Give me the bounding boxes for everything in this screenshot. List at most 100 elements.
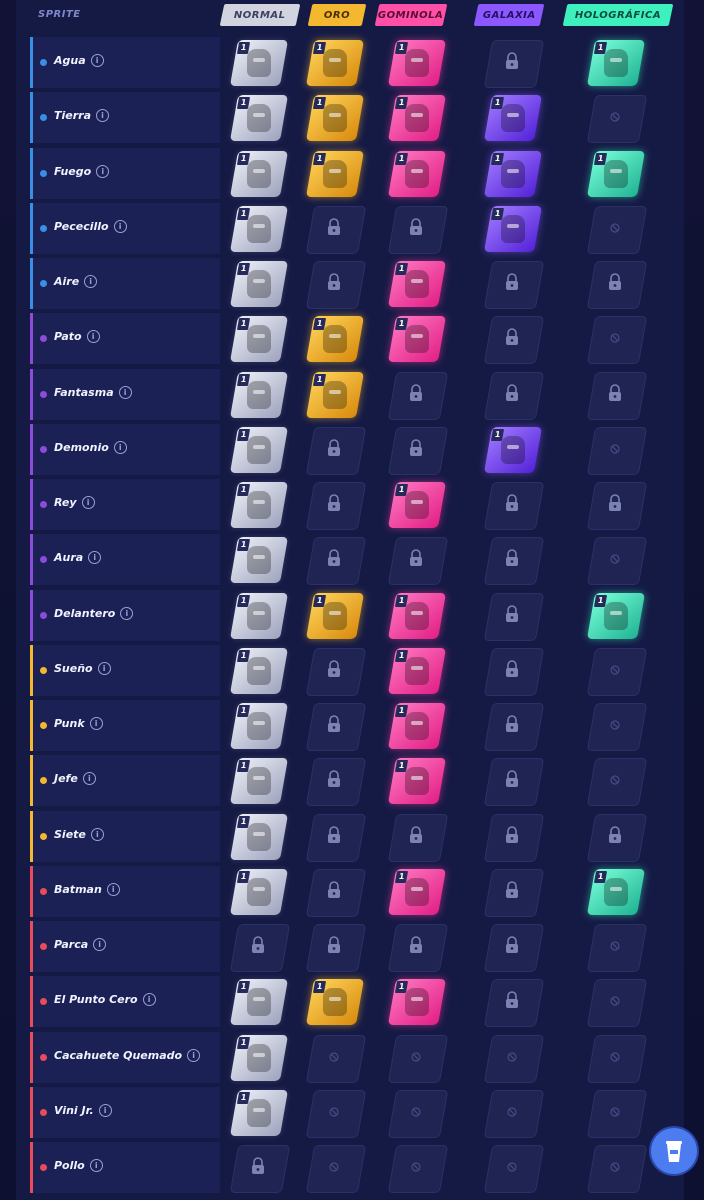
sprite-cell-oro[interactable]: 1 (305, 592, 365, 640)
sprite-cell-normal[interactable]: 1 (229, 757, 289, 805)
sprite-cell-normal[interactable]: 1 (229, 205, 289, 253)
sprite-cell-oro[interactable]: 1 (305, 978, 365, 1026)
tab-gominola[interactable]: GOMINOLA (374, 4, 448, 26)
sprite-cell-gominola[interactable]: 1 (387, 150, 447, 198)
info-icon[interactable]: i (84, 275, 98, 288)
lock-icon (410, 384, 422, 401)
tab-holografica[interactable]: HOLOGRÁFICA (562, 4, 674, 26)
info-icon[interactable]: i (106, 883, 120, 896)
info-icon[interactable]: i (118, 386, 132, 399)
info-icon[interactable]: i (90, 828, 104, 841)
sprite-cell-gominola[interactable]: 1 (387, 481, 447, 529)
category-dot (40, 446, 47, 453)
tab-oro[interactable]: ORO (307, 4, 367, 26)
sprite-cell-normal[interactable]: 1 (229, 481, 289, 529)
sprite-name-text: Delantero (54, 607, 116, 620)
sprite-name: Parca i (54, 938, 107, 951)
tab-galaxia[interactable]: GALAXIA (473, 4, 545, 26)
sprite-cell-oro[interactable]: 1 (305, 371, 365, 419)
sprite-cell-gominola[interactable]: 1 (387, 39, 447, 87)
sprite-cell-normal[interactable]: 1 (229, 868, 289, 916)
info-icon[interactable]: i (88, 551, 102, 564)
sprite-cell-holo[interactable]: 1 (586, 592, 646, 640)
sprite-cell-gominola[interactable]: 1 (387, 260, 447, 308)
sprite-cell-gominola[interactable]: 1 (387, 592, 447, 640)
sprite-cell-normal[interactable]: 1 (229, 371, 289, 419)
sprite-cell-oro[interactable]: 1 (305, 39, 365, 87)
sprite-cell-normal[interactable]: 1 (229, 647, 289, 695)
sprite-cell-oro[interactable]: 1 (305, 94, 365, 142)
sprite-cell-oro[interactable]: 1 (305, 315, 365, 363)
sprite-cell-normal[interactable]: 1 (229, 315, 289, 363)
sprite-figure (405, 104, 429, 132)
sprite-cell-gominola[interactable]: 1 (387, 647, 447, 695)
info-icon[interactable]: i (187, 1049, 201, 1062)
sprite-cell-normal[interactable]: 1 (229, 426, 289, 474)
sprite-cell-holo[interactable]: 1 (586, 150, 646, 198)
sprite-cell-normal[interactable]: 1 (229, 150, 289, 198)
sprite-cell-oro (305, 426, 367, 475)
sprite-cell-normal[interactable]: 1 (229, 1089, 289, 1137)
sprite-cell-normal[interactable]: 1 (229, 39, 289, 87)
info-icon[interactable]: i (113, 220, 127, 233)
sprite-cell-galaxia[interactable]: 1 (483, 150, 543, 198)
sprite-name-text: Cacahuete Quemado (54, 1049, 183, 1062)
sprite-cell-normal[interactable]: 1 (229, 1034, 289, 1082)
info-icon[interactable]: i (93, 938, 107, 951)
sprite-cell-holo[interactable]: 1 (586, 39, 646, 87)
sprite-figure (247, 270, 271, 298)
sprite-collection-panel: SPRITE NORMAL ORO GOMINOLA GALAXIA HOLOG… (16, 0, 684, 1200)
sprite-cell-normal[interactable]: 1 (229, 978, 289, 1026)
sprite-cell-normal[interactable]: 1 (229, 260, 289, 308)
info-icon[interactable]: i (120, 607, 134, 620)
tab-normal[interactable]: NORMAL (219, 4, 301, 26)
info-icon[interactable]: i (96, 165, 110, 178)
sprite-row-3: Pececillo i (30, 203, 220, 254)
sprite-cell-oro (305, 813, 367, 862)
sprite-cell-galaxia (483, 536, 545, 585)
info-icon[interactable]: i (89, 717, 103, 730)
sprite-cell-normal[interactable]: 1 (229, 536, 289, 584)
coffee-button[interactable] (651, 1128, 697, 1174)
category-bar (30, 811, 33, 862)
info-icon[interactable]: i (142, 993, 156, 1006)
category-dot (40, 667, 47, 674)
sprite-cell-gominola[interactable]: 1 (387, 94, 447, 142)
info-icon[interactable]: i (86, 330, 100, 343)
sprite-cell-normal[interactable]: 1 (229, 702, 289, 750)
sprite-cell-galaxia[interactable]: 1 (483, 205, 543, 253)
sprite-cell-normal[interactable]: 1 (229, 813, 289, 861)
lock-icon (328, 439, 340, 456)
sprite-cell-normal[interactable]: 1 (229, 94, 289, 142)
sprite-cell-gominola[interactable]: 1 (387, 702, 447, 750)
lock-icon (252, 936, 264, 953)
sprite-cell-holo[interactable]: 1 (586, 868, 646, 916)
sprite-name-text: Agua (54, 54, 86, 67)
lock-icon (506, 273, 518, 290)
info-icon[interactable]: i (82, 772, 96, 785)
sprite-cell-oro (305, 1034, 367, 1083)
info-icon[interactable]: i (89, 1159, 103, 1172)
sprite-cell-gominola[interactable]: 1 (387, 978, 447, 1026)
info-icon[interactable]: i (96, 109, 110, 122)
sprite-cell-gominola[interactable]: 1 (387, 315, 447, 363)
sprite-cell-galaxia[interactable]: 1 (483, 426, 543, 474)
sprite-name-text: Pollo (54, 1159, 85, 1172)
lock-icon (506, 384, 518, 401)
sprite-cell-oro (305, 1144, 367, 1193)
sprite-row-20: Pollo i (30, 1142, 220, 1193)
info-icon[interactable]: i (90, 54, 104, 67)
sprite-figure (405, 160, 429, 188)
info-icon[interactable]: i (81, 496, 95, 509)
unavailable-icon (610, 333, 620, 343)
category-bar (30, 203, 33, 254)
sprite-cell-normal[interactable]: 1 (229, 592, 289, 640)
sprite-cell-oro[interactable]: 1 (305, 150, 365, 198)
info-icon[interactable]: i (98, 1104, 112, 1117)
info-icon[interactable]: i (113, 441, 127, 454)
sprite-cell-gominola[interactable]: 1 (387, 757, 447, 805)
category-bar (30, 590, 33, 641)
sprite-cell-gominola[interactable]: 1 (387, 868, 447, 916)
sprite-cell-galaxia[interactable]: 1 (483, 94, 543, 142)
info-icon[interactable]: i (97, 662, 111, 675)
